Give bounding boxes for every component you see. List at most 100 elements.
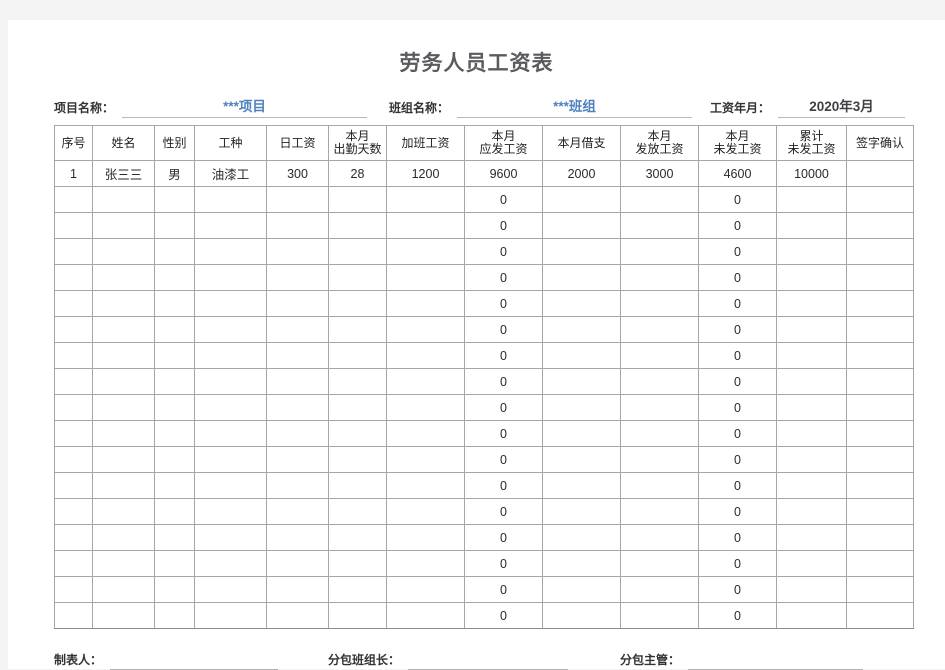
table-cell[interactable] xyxy=(194,550,267,577)
table-cell[interactable]: 0 xyxy=(698,472,777,499)
table-cell[interactable]: 0 xyxy=(698,212,777,239)
table-cell[interactable] xyxy=(266,238,329,265)
table-cell[interactable]: 0 xyxy=(698,524,777,551)
table-cell[interactable] xyxy=(542,602,621,629)
table-cell[interactable] xyxy=(154,290,195,317)
table-cell[interactable]: 0 xyxy=(698,238,777,265)
table-cell[interactable] xyxy=(620,316,699,343)
table-cell[interactable] xyxy=(194,290,267,317)
table-cell[interactable] xyxy=(266,186,329,213)
table-cell[interactable] xyxy=(542,186,621,213)
table-cell[interactable]: 0 xyxy=(464,238,543,265)
table-cell[interactable] xyxy=(776,316,847,343)
table-cell[interactable] xyxy=(620,238,699,265)
table-cell[interactable] xyxy=(92,290,155,317)
table-cell[interactable]: 1200 xyxy=(386,160,465,187)
table-cell[interactable]: 0 xyxy=(698,316,777,343)
table-cell[interactable]: 0 xyxy=(464,394,543,421)
table-cell[interactable] xyxy=(328,602,387,629)
table-cell[interactable] xyxy=(266,602,329,629)
table-cell[interactable] xyxy=(54,602,93,629)
table-cell[interactable] xyxy=(846,472,914,499)
table-cell[interactable] xyxy=(92,524,155,551)
table-cell[interactable] xyxy=(266,446,329,473)
table-cell[interactable] xyxy=(328,524,387,551)
table-cell[interactable] xyxy=(386,420,465,447)
table-cell[interactable] xyxy=(194,446,267,473)
table-cell[interactable] xyxy=(386,342,465,369)
table-cell[interactable] xyxy=(194,472,267,499)
table-cell[interactable]: 0 xyxy=(464,550,543,577)
table-cell[interactable] xyxy=(266,368,329,395)
table-cell[interactable] xyxy=(154,420,195,447)
table-cell[interactable] xyxy=(154,446,195,473)
table-cell[interactable] xyxy=(54,446,93,473)
table-cell[interactable] xyxy=(328,420,387,447)
table-cell[interactable] xyxy=(846,238,914,265)
table-cell[interactable] xyxy=(846,160,914,187)
table-cell[interactable] xyxy=(846,368,914,395)
table-cell[interactable] xyxy=(386,498,465,525)
table-cell[interactable] xyxy=(266,472,329,499)
table-cell[interactable]: 1 xyxy=(54,160,93,187)
table-cell[interactable] xyxy=(92,602,155,629)
table-cell[interactable]: 300 xyxy=(266,160,329,187)
table-cell[interactable] xyxy=(92,342,155,369)
table-cell[interactable]: 0 xyxy=(464,576,543,603)
table-cell[interactable] xyxy=(194,394,267,421)
table-cell[interactable] xyxy=(776,264,847,291)
table-cell[interactable] xyxy=(846,290,914,317)
table-cell[interactable] xyxy=(154,212,195,239)
table-cell[interactable] xyxy=(92,446,155,473)
table-cell[interactable] xyxy=(328,238,387,265)
table-cell[interactable] xyxy=(776,212,847,239)
table-cell[interactable] xyxy=(54,498,93,525)
table-cell[interactable] xyxy=(266,290,329,317)
table-cell[interactable] xyxy=(776,524,847,551)
table-cell[interactable] xyxy=(266,342,329,369)
table-cell[interactable] xyxy=(154,602,195,629)
table-cell[interactable] xyxy=(776,238,847,265)
table-cell[interactable] xyxy=(54,550,93,577)
table-cell[interactable] xyxy=(154,368,195,395)
table-cell[interactable] xyxy=(54,576,93,603)
table-cell[interactable] xyxy=(154,342,195,369)
table-cell[interactable] xyxy=(154,238,195,265)
table-cell[interactable] xyxy=(846,550,914,577)
table-cell[interactable]: 0 xyxy=(698,446,777,473)
table-cell[interactable] xyxy=(386,368,465,395)
table-cell[interactable] xyxy=(542,316,621,343)
foreman-input[interactable] xyxy=(408,655,569,670)
table-cell[interactable] xyxy=(154,472,195,499)
table-cell[interactable] xyxy=(194,212,267,239)
table-cell[interactable] xyxy=(620,394,699,421)
table-cell[interactable] xyxy=(194,316,267,343)
table-cell[interactable] xyxy=(92,576,155,603)
table-cell[interactable] xyxy=(620,290,699,317)
table-cell[interactable] xyxy=(266,394,329,421)
table-cell[interactable] xyxy=(620,498,699,525)
table-cell[interactable] xyxy=(846,342,914,369)
table-cell[interactable] xyxy=(776,446,847,473)
table-cell[interactable] xyxy=(266,316,329,343)
table-cell[interactable] xyxy=(54,264,93,291)
preparer-input[interactable] xyxy=(110,655,279,670)
table-cell[interactable] xyxy=(54,394,93,421)
table-cell[interactable] xyxy=(154,186,195,213)
table-cell[interactable] xyxy=(154,498,195,525)
table-cell[interactable]: 张三三 xyxy=(92,160,155,187)
table-cell[interactable]: 4600 xyxy=(698,160,777,187)
table-cell[interactable] xyxy=(620,368,699,395)
table-cell[interactable]: 0 xyxy=(698,550,777,577)
table-cell[interactable]: 0 xyxy=(464,524,543,551)
table-cell[interactable] xyxy=(620,576,699,603)
table-cell[interactable] xyxy=(542,550,621,577)
table-cell[interactable] xyxy=(328,498,387,525)
table-cell[interactable] xyxy=(386,524,465,551)
table-cell[interactable] xyxy=(92,264,155,291)
table-cell[interactable] xyxy=(620,602,699,629)
table-cell[interactable] xyxy=(92,498,155,525)
table-cell[interactable] xyxy=(542,368,621,395)
table-cell[interactable]: 0 xyxy=(698,290,777,317)
table-cell[interactable] xyxy=(386,576,465,603)
